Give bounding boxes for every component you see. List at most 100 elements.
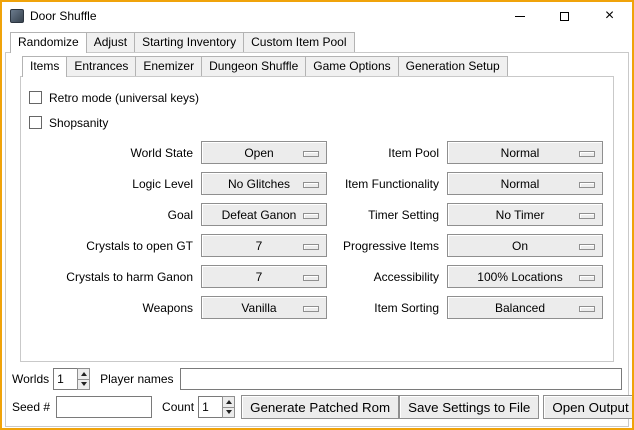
progressive-items-dropdown[interactable]: On xyxy=(447,234,603,257)
items-tab-pane: Retro mode (universal keys) Shopsanity W… xyxy=(20,76,614,362)
weapons-label: Weapons xyxy=(27,301,193,315)
accessibility-label: Accessibility xyxy=(335,270,439,284)
seed-input[interactable] xyxy=(56,396,152,418)
seed-row: Seed # Count Generate Patched Rom Save S… xyxy=(12,394,622,420)
dropdown-indicator-icon xyxy=(579,151,595,157)
count-spin-down-button[interactable] xyxy=(222,408,235,419)
generate-patched-rom-button[interactable]: Generate Patched Rom xyxy=(241,395,399,419)
dropdown-value: Normal xyxy=(501,177,550,191)
player-names-label: Player names xyxy=(100,372,173,386)
retro-mode-option: Retro mode (universal keys) xyxy=(27,85,607,110)
dropdown-indicator-icon xyxy=(303,244,319,250)
retro-mode-label: Retro mode (universal keys) xyxy=(49,91,199,105)
dropdown-value: Vanilla xyxy=(241,301,286,315)
dropdown-indicator-icon xyxy=(303,213,319,219)
count-spinner xyxy=(198,396,235,418)
item-sorting-dropdown[interactable]: Balanced xyxy=(447,296,603,319)
tab-game-options[interactable]: Game Options xyxy=(305,56,398,76)
worlds-spin-up-button[interactable] xyxy=(77,368,90,380)
shopsanity-checkbox[interactable] xyxy=(29,116,42,129)
window-title: Door Shuffle xyxy=(30,9,97,23)
window-controls: × xyxy=(497,2,632,30)
crystals-gt-label: Crystals to open GT xyxy=(27,239,193,253)
dropdown-indicator-icon xyxy=(303,182,319,188)
logic-level-dropdown[interactable]: No Glitches xyxy=(201,172,327,195)
arrow-down-icon xyxy=(81,382,87,386)
tab-starting-inventory[interactable]: Starting Inventory xyxy=(134,32,244,52)
count-spin-up-button[interactable] xyxy=(222,396,235,408)
world-state-label: World State xyxy=(27,146,193,160)
save-settings-button[interactable]: Save Settings to File xyxy=(399,395,539,419)
worlds-spin-buttons xyxy=(77,368,90,390)
minimize-button[interactable] xyxy=(497,2,542,30)
close-icon: × xyxy=(605,8,614,24)
open-output-directory-button[interactable]: Open Output Directory xyxy=(543,395,634,419)
dropdown-indicator-icon xyxy=(579,182,595,188)
timer-setting-label: Timer Setting xyxy=(335,208,439,222)
crystals-ganon-label: Crystals to harm Ganon xyxy=(27,270,193,284)
dropdown-value: 7 xyxy=(256,239,273,253)
dropdown-value: Balanced xyxy=(495,301,555,315)
minimize-icon xyxy=(515,16,525,17)
worlds-spin-down-button[interactable] xyxy=(77,380,90,391)
shopsanity-label: Shopsanity xyxy=(49,116,108,130)
dropdown-indicator-icon xyxy=(579,244,595,250)
dropdown-value: Open xyxy=(244,146,283,160)
dropdown-indicator-icon xyxy=(303,306,319,312)
maximize-icon xyxy=(560,12,569,21)
dropdown-value: Normal xyxy=(501,146,550,160)
dropdown-value: 100% Locations xyxy=(477,270,572,284)
worlds-row: Worlds Player names xyxy=(12,366,622,392)
dropdown-indicator-icon xyxy=(303,151,319,157)
accessibility-dropdown[interactable]: 100% Locations xyxy=(447,265,603,288)
count-spin-buttons xyxy=(222,396,235,418)
goal-dropdown[interactable]: Defeat Ganon xyxy=(201,203,327,226)
worlds-input[interactable] xyxy=(53,368,77,390)
tab-entrances[interactable]: Entrances xyxy=(66,56,136,76)
arrow-up-icon xyxy=(81,372,87,376)
timer-setting-dropdown[interactable]: No Timer xyxy=(447,203,603,226)
tab-generation-setup[interactable]: Generation Setup xyxy=(398,56,508,76)
maximize-button[interactable] xyxy=(542,2,587,30)
crystals-ganon-dropdown[interactable]: 7 xyxy=(201,265,327,288)
primary-tab-bar: Randomize Adjust Starting Inventory Cust… xyxy=(2,32,632,52)
dropdown-value: On xyxy=(512,239,538,253)
dropdown-indicator-icon xyxy=(579,213,595,219)
dropdown-value: No Glitches xyxy=(228,177,300,191)
dropdown-value: Defeat Ganon xyxy=(222,208,307,222)
item-functionality-dropdown[interactable]: Normal xyxy=(447,172,603,195)
tab-adjust[interactable]: Adjust xyxy=(86,32,135,52)
options-grid: World State Open Item Pool Normal Logic … xyxy=(27,141,607,319)
tab-dungeon-shuffle[interactable]: Dungeon Shuffle xyxy=(201,56,306,76)
count-label: Count xyxy=(162,400,194,414)
retro-mode-checkbox[interactable] xyxy=(29,91,42,104)
worlds-label: Worlds xyxy=(12,372,49,386)
seed-label: Seed # xyxy=(12,400,50,414)
window: Door Shuffle × Randomize Adjust Starting… xyxy=(0,0,634,430)
logic-level-label: Logic Level xyxy=(27,177,193,191)
footer: Worlds Player names Seed # Count xyxy=(6,362,628,426)
dropdown-value: 7 xyxy=(256,270,273,284)
count-input[interactable] xyxy=(198,396,222,418)
app-icon xyxy=(10,9,24,23)
tab-randomize[interactable]: Randomize xyxy=(10,32,87,53)
world-state-dropdown[interactable]: Open xyxy=(201,141,327,164)
item-pool-label: Item Pool xyxy=(335,146,439,160)
player-names-input[interactable] xyxy=(180,368,623,390)
tab-enemizer[interactable]: Enemizer xyxy=(135,56,202,76)
tab-custom-item-pool[interactable]: Custom Item Pool xyxy=(243,32,354,52)
goal-label: Goal xyxy=(27,208,193,222)
dropdown-indicator-icon xyxy=(303,275,319,281)
item-functionality-label: Item Functionality xyxy=(335,177,439,191)
weapons-dropdown[interactable]: Vanilla xyxy=(201,296,327,319)
secondary-tab-bar: Items Entrances Enemizer Dungeon Shuffle… xyxy=(6,56,628,76)
dropdown-indicator-icon xyxy=(579,275,595,281)
close-button[interactable]: × xyxy=(587,2,632,30)
randomize-tab-pane: Items Entrances Enemizer Dungeon Shuffle… xyxy=(5,52,629,427)
arrow-down-icon xyxy=(226,410,232,414)
crystals-gt-dropdown[interactable]: 7 xyxy=(201,234,327,257)
tab-items[interactable]: Items xyxy=(22,56,67,77)
item-pool-dropdown[interactable]: Normal xyxy=(447,141,603,164)
shopsanity-option: Shopsanity xyxy=(27,110,607,135)
titlebar: Door Shuffle × xyxy=(2,2,632,30)
